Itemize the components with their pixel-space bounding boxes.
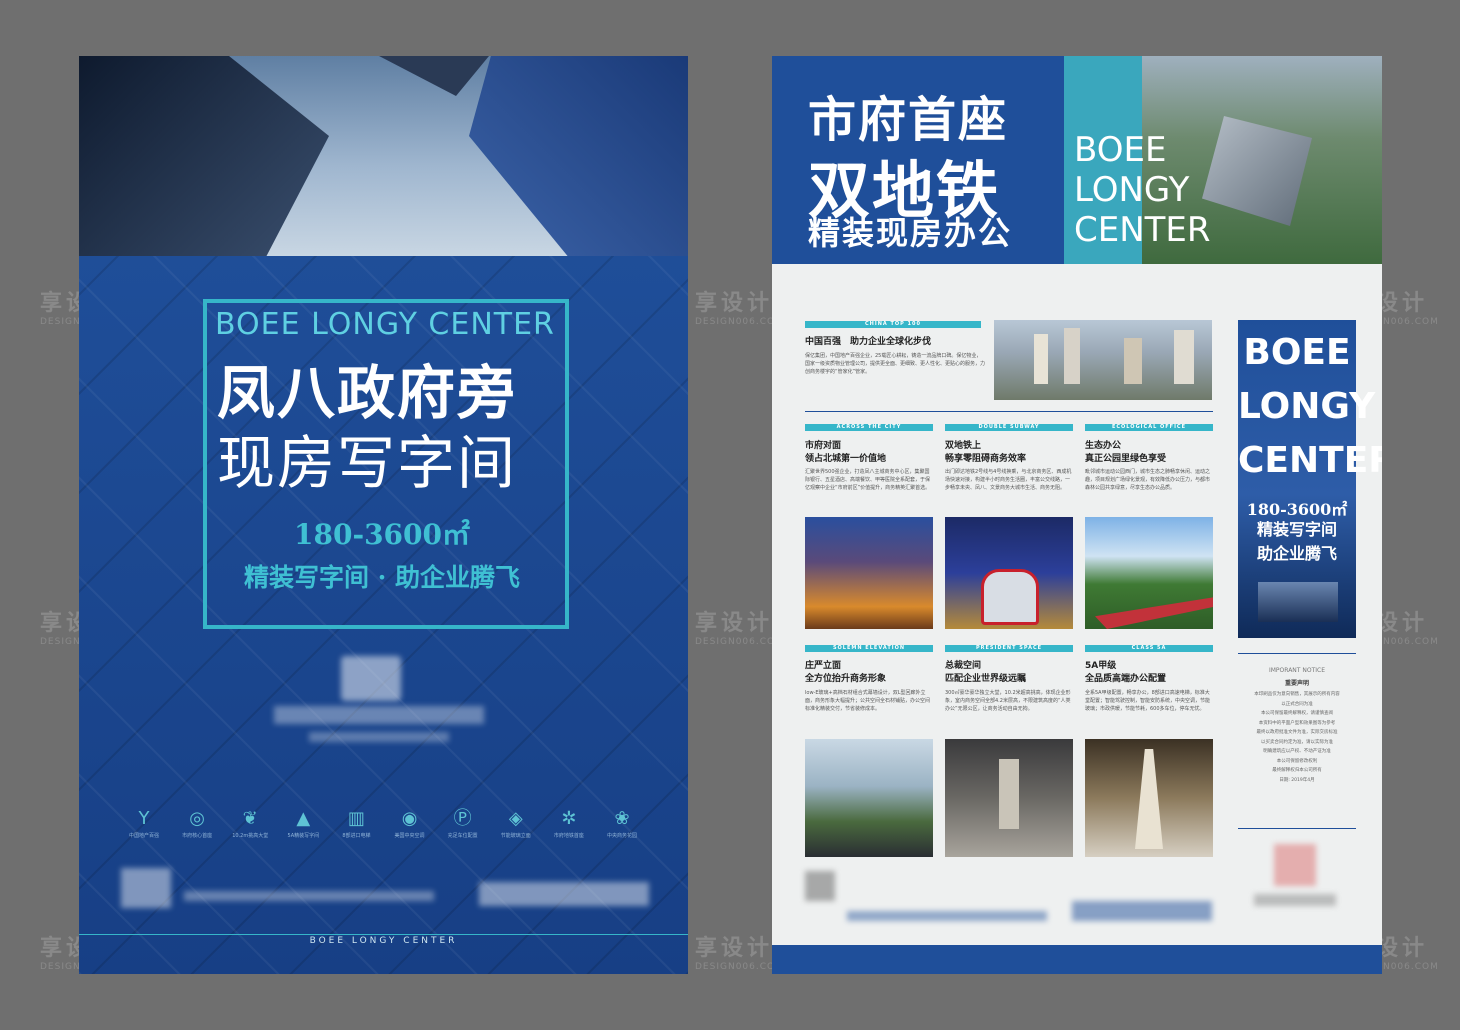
side-brand: BOEE LONGY CENTER: [1238, 332, 1382, 481]
side-brand-panel: BOEE LONGY CENTER 180-3600㎡ 精装写字间 助企业腾飞: [1238, 320, 1382, 638]
stars-icon: ✲ 市府地铁首座: [553, 808, 584, 839]
section-title: 5A甲级 全品质高端办公配置: [1085, 661, 1167, 684]
phone-number: [479, 882, 649, 906]
headline-2: 现房写字间: [217, 429, 518, 497]
section-bar: PRESIDENT SPACE: [945, 645, 1073, 652]
section-title: 总裁空间 匹配企业世界级远瞩: [945, 661, 1027, 684]
address-text: [847, 911, 1047, 921]
feature-icon-row: Y 中国地产百强 ◎ 市府核心首座 ❦ 10.2m挑高大堂 ▲ 5A精装写字间 ▥ 8部进…: [123, 806, 643, 856]
side-area: 180-3600㎡: [1246, 500, 1348, 519]
grid-circle-icon: ◎ 市府核心首座: [182, 808, 213, 839]
left-flyer: BOEE LONGY CENTER 凤八政府旁 现房写字间 180-3600㎡ …: [79, 56, 688, 974]
footer-band: [772, 945, 1382, 974]
section-title: 双地铁上 畅享零阻碍商务效率: [945, 441, 1027, 464]
y-shape-icon: Y 中国地产百强: [128, 808, 159, 839]
area-range: 180-3600㎡: [294, 518, 470, 551]
watermark: 享设计DESIGN006.COM: [695, 611, 784, 647]
slogan: 精装写字间 · 助企业腾飞: [243, 563, 521, 592]
company-name: [1254, 894, 1336, 906]
qr-code: [805, 871, 835, 901]
side-building-photo: [1258, 582, 1338, 622]
brand-en: BOEE LONGY CENTER: [215, 307, 555, 342]
divider: [1238, 653, 1356, 654]
section-bar: DOUBLE SUBWAY: [945, 424, 1073, 431]
address-text: [184, 891, 434, 901]
section-text: low-E玻璃+高档石材组合式幕墙设计，双L型回廊外立面，商务形象大幅提升；公共…: [805, 690, 931, 712]
leaf-icon: ❦ 10.2m挑高大堂: [232, 808, 269, 839]
divider: [1238, 828, 1356, 829]
section-title: 市府对面 领占北城第一价值地: [805, 441, 887, 464]
footer-line: [79, 934, 688, 935]
section-text: 汇聚世界500强企业，打造凤八主城商务中心区，集聚国际银行、五星酒店、高端餐饮、…: [805, 469, 931, 491]
section-text: 出门即达地铁2号线与4号线换乘，与北京商务区、西成机场快速对接，构建半小时商务生…: [945, 469, 1072, 491]
phone-number: [1072, 901, 1212, 921]
tree-icon: ❀ 中央商务花园: [606, 808, 637, 839]
triangles-icon: ▲ 5A精装写字间: [287, 808, 320, 839]
section-bar: CLASS 5A: [1085, 645, 1213, 652]
footer-brand: BOEE LONGY CENTER: [309, 936, 458, 946]
parking-icon: Ⓟ 充足车位配置: [447, 808, 478, 839]
corridor-photo: [1085, 739, 1213, 857]
side-slogan: 精装写字间 助企业腾飞: [1256, 520, 1337, 563]
intro-title: 中国百强 助力企业全球化步伐: [805, 337, 932, 347]
section-bar: ECOLOGICAL OFFICE: [1085, 424, 1213, 431]
notice-label-en: IMPORANT NOTICE: [1268, 667, 1325, 674]
logo-subtext: [309, 732, 449, 742]
section-text: 全系5A甲级配置，畅享办公，8部进口高速电梯，标准大堂配置；智能驾驶控制，智能安…: [1085, 690, 1211, 712]
logo: [341, 656, 401, 701]
skyscraper-photo: [79, 56, 688, 256]
notice-label-cn: 重要声明: [1284, 680, 1309, 687]
section-title: 庄严立面 全方位抬升商务形象: [805, 661, 887, 684]
notice-text: 本印刷品仅为意向销售，其展示的所有内容 以正式合同为准 本公司保留最终解释权，请…: [1254, 692, 1340, 783]
office-window-photo: [805, 739, 933, 857]
title-frame: BOEE LONGY CENTER 凤八政府旁 现房写字间 180-3600㎡ …: [203, 299, 569, 629]
diamond-icon: ◈ 节能玻璃立面: [500, 808, 531, 839]
lobby-photo: [945, 739, 1073, 857]
section-title: 生态办公 真正公园里绿色享受: [1085, 441, 1167, 464]
intro-text: 保亿集团，中国地产百强企业，25载匠心耕耘，铸造一流品牌口碑。保亿物业，国家一级…: [805, 353, 986, 375]
section-text: 毗邻城市运动公园西门，城市生态之肺畅享休闲、运动之趣，项目规划广场绿化景观，有效…: [1085, 469, 1211, 491]
city-skyline-photo: [994, 320, 1212, 400]
target-icon: ◉ 美国中央空调: [394, 808, 425, 839]
watermark: 享设计DESIGN006.COM: [695, 291, 784, 327]
section-bar: CHINA TOP 100: [805, 321, 981, 328]
logo-text: [274, 706, 484, 724]
subway-train-photo: [945, 517, 1073, 629]
qr-code: [121, 868, 171, 908]
section-bar: ACROSS THE CITY: [805, 424, 933, 431]
section-text: 300㎡豪华豪华独立大堂，10.2米超高挑高，体现企业形象，室内商务空间全部4.…: [945, 690, 1071, 712]
watermark: 享设计DESIGN006.COM: [695, 936, 784, 972]
right-flyer: 市府首座 双地铁 精装现房办公 BOEE LONGY CENTER CHINA …: [772, 56, 1382, 974]
park-path-photo: [1085, 517, 1213, 629]
brand-en: BOEE LONGY CENTER: [1074, 130, 1211, 250]
night-city-photo: [805, 517, 933, 629]
divider: [805, 411, 1213, 412]
section-bar: SOLEMN ELEVATION: [805, 645, 933, 652]
headline-3: 精装现房办公: [808, 214, 1013, 252]
headline-1: 凤八政府旁: [217, 359, 518, 427]
seal-stamp: [1274, 844, 1316, 886]
building-icon: ▥ 8部进口电梯: [342, 808, 371, 839]
